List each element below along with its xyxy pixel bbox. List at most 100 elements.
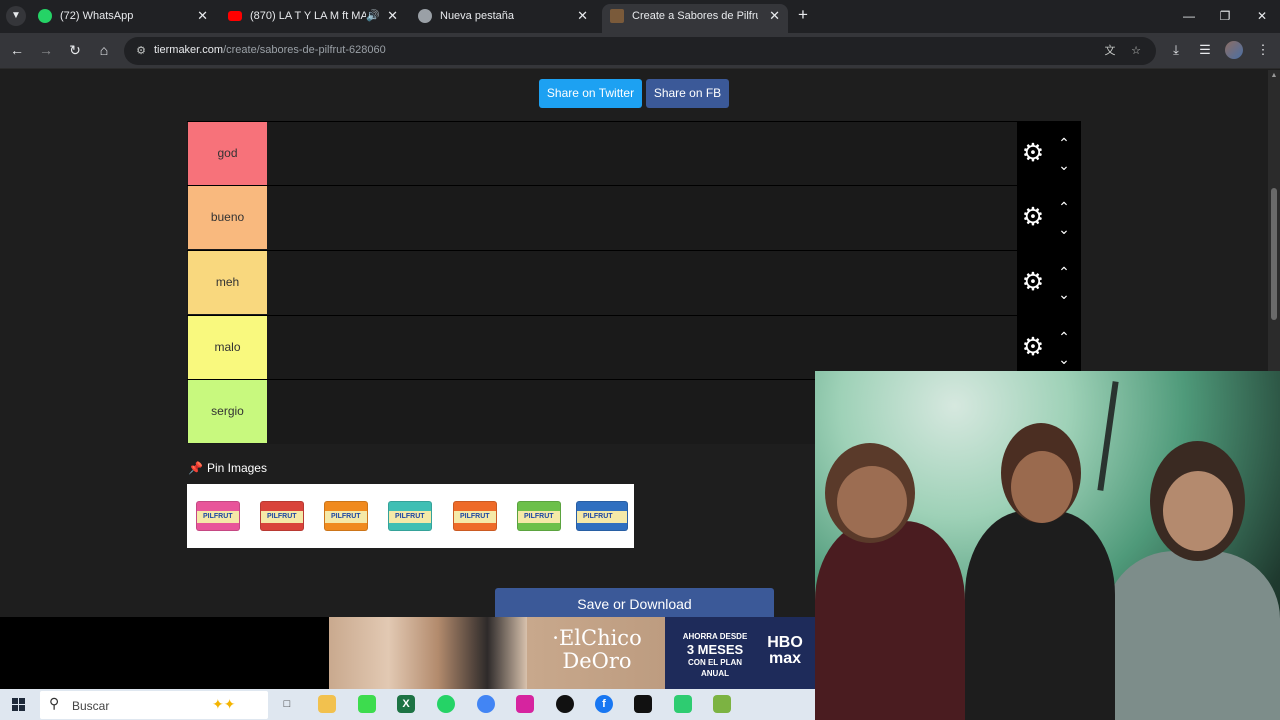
browser-toolbar: ← → ↻ ⌂ ⚙ tiermaker.com/create/sabores-d… [0, 33, 1280, 69]
pilfrut-image[interactable]: PILFRUT [453, 501, 497, 531]
pilfrut-image[interactable]: PILFRUT [324, 501, 368, 531]
whatsapp-icon [38, 9, 52, 23]
tier-label[interactable]: bueno [188, 186, 267, 249]
forward-icon[interactable]: → [36, 40, 56, 60]
tier-drop-area[interactable] [267, 251, 1017, 314]
pilfrut-image[interactable]: PILFRUT [576, 501, 628, 531]
phone-icon[interactable] [358, 695, 376, 713]
site-info-icon[interactable]: ⚙ [132, 42, 150, 60]
chevron-down-icon[interactable]: ⌄ [1057, 287, 1071, 301]
tripod [1097, 381, 1119, 491]
facebook-icon[interactable]: f [595, 695, 613, 713]
address-bar[interactable]: ⚙ tiermaker.com/create/sabores-de-pilfru… [124, 37, 1156, 65]
person-body [965, 511, 1115, 720]
chevron-down-icon[interactable]: ⌄ [1057, 352, 1071, 366]
ad-promo-panel: AHORRA DESDE 3 MESES CON EL PLAN ANUAL H… [665, 617, 816, 689]
close-tab-icon[interactable]: ✕ [197, 4, 208, 28]
close-tab-icon[interactable]: ✕ [387, 4, 398, 28]
chevron-down-icon[interactable]: ⌄ [1057, 158, 1071, 172]
taskbar-search[interactable]: ⚲ Buscar ✦✦ [40, 691, 268, 719]
file-explorer-icon[interactable] [318, 695, 336, 713]
android-app-icon[interactable] [713, 695, 731, 713]
speaker-icon[interactable]: 🔊 [366, 4, 380, 28]
whatsapp-icon[interactable] [437, 695, 455, 713]
gear-icon[interactable]: ⚙ [1021, 141, 1045, 166]
chevron-up-icon[interactable]: ⌃ [1057, 200, 1071, 214]
task-view-icon[interactable]: □ [278, 695, 296, 713]
tier-row: god ⚙ ⌃ ⌄ [187, 121, 1081, 186]
url-text[interactable]: tiermaker.com/create/sabores-de-pilfrut-… [154, 44, 386, 56]
menu-kebab-icon[interactable]: ⋮ [1253, 40, 1273, 60]
gear-icon[interactable]: ⚙ [1021, 205, 1045, 230]
tab-tiermaker[interactable]: Create a Sabores de Pilfrut Tier ✕ [602, 4, 788, 33]
ad-offer-line: CON EL PLAN ANUAL [687, 658, 743, 678]
browser-tab-strip: ▼ (72) WhatsApp ✕ (870) LA T Y LA M ft M… [0, 0, 1280, 33]
tier-label[interactable]: sergio [188, 380, 267, 443]
url-domain: tiermaker.com [154, 44, 224, 56]
person-face [1163, 471, 1233, 551]
profile-avatar[interactable] [1225, 41, 1243, 59]
search-icon: ⚲ [49, 695, 60, 711]
pilfrut-image[interactable]: PILFRUT [517, 501, 561, 531]
new-tab-button[interactable]: + [794, 5, 812, 25]
gear-icon[interactable]: ⚙ [1021, 270, 1045, 295]
instagram-icon[interactable] [516, 695, 534, 713]
tier-drop-area[interactable] [267, 316, 1017, 379]
pilfrut-image[interactable]: PILFRUT [196, 501, 240, 531]
chevron-up-icon[interactable]: ⌃ [1057, 265, 1071, 279]
tier-label[interactable]: god [188, 122, 267, 185]
hbo-max-logo: HBO max [767, 634, 803, 667]
tab-search-button[interactable]: ▼ [6, 6, 26, 26]
chevron-up-icon[interactable]: ⌃ [1057, 330, 1071, 344]
ad-brand: ·ElChico DeOro [552, 626, 642, 673]
ad-banner[interactable]: ·ElChico DeOro AHORRA DESDE 3 MESES CON … [329, 617, 816, 689]
tier-drop-area[interactable] [267, 122, 1017, 185]
tab-youtube[interactable]: (870) LA T Y LA M ft MALA 🔊 ✕ [220, 4, 406, 33]
ad-photo [329, 617, 527, 689]
share-fb-button[interactable]: Share on FB [646, 79, 729, 108]
chrome-icon[interactable] [477, 695, 495, 713]
download-icon[interactable]: ⤓ [1166, 40, 1186, 60]
bookmark-star-icon[interactable]: ☆ [1128, 43, 1144, 59]
image-pool: PILFRUT PILFRUT PILFRUT PILFRUT PILFRUT … [187, 484, 634, 548]
save-download-button[interactable]: Save or Download [495, 588, 774, 617]
tiktok-icon[interactable] [556, 695, 574, 713]
copilot-sparkle-icon: ✦✦ [212, 696, 236, 712]
minimize-icon[interactable]: — [1179, 6, 1199, 26]
package-brand: PILFRUT [203, 513, 233, 520]
tier-drop-area[interactable] [267, 186, 1017, 249]
pilfrut-image[interactable]: PILFRUT [260, 501, 304, 531]
translate-icon[interactable]: 文 [1102, 43, 1118, 59]
chevron-down-icon[interactable]: ⌄ [1057, 222, 1071, 236]
reload-icon[interactable]: ↻ [65, 40, 85, 60]
scroll-thumb[interactable] [1271, 188, 1277, 320]
scroll-up-icon[interactable]: ▲ [1270, 72, 1278, 80]
pin-images-toggle[interactable]: 📌 Pin Images [188, 461, 267, 475]
capcut-icon[interactable] [634, 695, 652, 713]
tier-controls: ⚙ ⌃ ⌄ [1017, 122, 1081, 186]
restore-icon[interactable]: ❐ [1215, 6, 1235, 26]
share-twitter-button[interactable]: Share on Twitter [539, 79, 642, 108]
media-control-icon[interactable]: ☰ [1195, 40, 1215, 60]
tab-whatsapp[interactable]: (72) WhatsApp ✕ [30, 4, 216, 33]
package-brand: PILFRUT [267, 513, 297, 520]
gear-icon[interactable]: ⚙ [1021, 335, 1045, 360]
close-tab-icon[interactable]: ✕ [769, 4, 780, 28]
windows-start-icon[interactable] [12, 698, 25, 711]
back-icon[interactable]: ← [7, 40, 27, 60]
app-icon[interactable] [674, 695, 692, 713]
close-tab-icon[interactable]: ✕ [577, 4, 588, 28]
tab-new-tab[interactable]: Nueva pestaña ✕ [410, 4, 596, 33]
window-close-icon[interactable]: ✕ [1252, 6, 1272, 26]
pilfrut-image[interactable]: PILFRUT [388, 501, 432, 531]
home-icon[interactable]: ⌂ [94, 40, 114, 60]
chevron-up-icon[interactable]: ⌃ [1057, 136, 1071, 150]
package-brand: PILFRUT [331, 513, 361, 520]
tab-title: (870) LA T Y LA M ft MALA [250, 10, 366, 22]
excel-icon[interactable]: X [397, 695, 415, 713]
tier-label[interactable]: meh [188, 251, 267, 314]
tier-controls: ⚙ ⌃ ⌄ [1017, 186, 1081, 250]
tab-title: Create a Sabores de Pilfrut Tier [632, 10, 758, 22]
tier-label[interactable]: malo [188, 316, 267, 379]
person-body [815, 521, 965, 720]
